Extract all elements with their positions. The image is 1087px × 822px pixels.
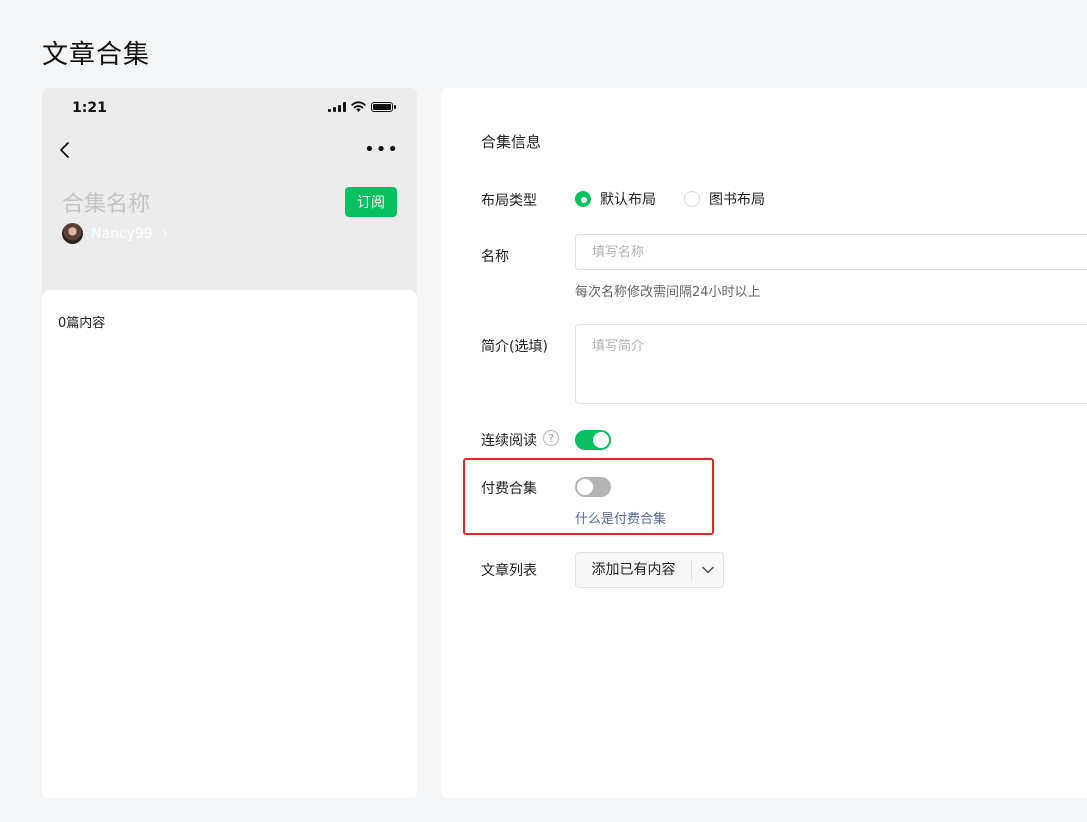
- toggle-knob: [593, 432, 609, 448]
- radio-default-layout[interactable]: 默认布局: [575, 189, 656, 209]
- help-icon[interactable]: ?: [543, 430, 559, 446]
- intro-textarea[interactable]: [575, 324, 1087, 404]
- name-label: 名称: [481, 249, 509, 265]
- status-icons: [328, 101, 396, 112]
- name-input[interactable]: [575, 234, 1087, 270]
- article-count: 0篇内容: [58, 316, 106, 331]
- article-list-label: 文章列表: [481, 563, 537, 579]
- chevron-down-icon[interactable]: [692, 566, 723, 574]
- signal-icon: [328, 101, 346, 112]
- radio-dot-book: [684, 191, 700, 207]
- more-icon[interactable]: •••: [364, 141, 399, 159]
- wifi-icon: [351, 101, 366, 112]
- radio-book-label: 图书布局: [709, 192, 765, 208]
- battery-icon: [371, 101, 396, 112]
- author-link[interactable]: Nancy99 ›: [62, 223, 168, 244]
- subscribe-button[interactable]: 订阅: [345, 187, 397, 217]
- collection-form: 合集信息 布局类型 默认布局 图书布局 名称 每次名称修改需间隔24小时以上 简…: [441, 88, 1087, 798]
- continuous-reading-label: 连续阅读: [481, 433, 537, 449]
- radio-book-layout[interactable]: 图书布局: [684, 189, 765, 209]
- radio-dot-default: [575, 191, 591, 207]
- add-content-dropdown[interactable]: 添加已有内容: [575, 552, 724, 588]
- paid-collection-label: 付费合集: [481, 481, 537, 497]
- name-hint: 每次名称修改需间隔24小时以上: [575, 285, 761, 300]
- avatar: [62, 223, 83, 244]
- toggle-knob: [577, 479, 593, 495]
- page-title: 文章合集: [42, 40, 151, 70]
- author-name: Nancy99: [91, 225, 153, 242]
- collection-name: 合集名称: [62, 192, 151, 217]
- intro-label: 简介(选填): [481, 339, 548, 355]
- status-time: 1:21: [72, 100, 107, 116]
- paid-collection-link[interactable]: 什么是付费合集: [575, 508, 666, 527]
- layout-radio-group: 默认布局 图书布局: [575, 189, 793, 209]
- chevron-right-icon: ›: [162, 226, 168, 241]
- section-title: 合集信息: [481, 133, 542, 151]
- phone-preview: 1:21 ••• 合集名称 订阅 Nancy99 › 0篇内容: [42, 88, 417, 798]
- phone-header: 1:21 ••• 合集名称 订阅 Nancy99 ›: [42, 88, 417, 304]
- continuous-reading-toggle[interactable]: [575, 430, 611, 450]
- layout-type-label: 布局类型: [481, 193, 537, 209]
- add-content-label: 添加已有内容: [576, 560, 692, 580]
- back-icon[interactable]: [58, 140, 72, 160]
- phone-content: 0篇内容: [42, 290, 417, 798]
- paid-collection-toggle[interactable]: [575, 477, 611, 497]
- radio-default-label: 默认布局: [600, 192, 656, 208]
